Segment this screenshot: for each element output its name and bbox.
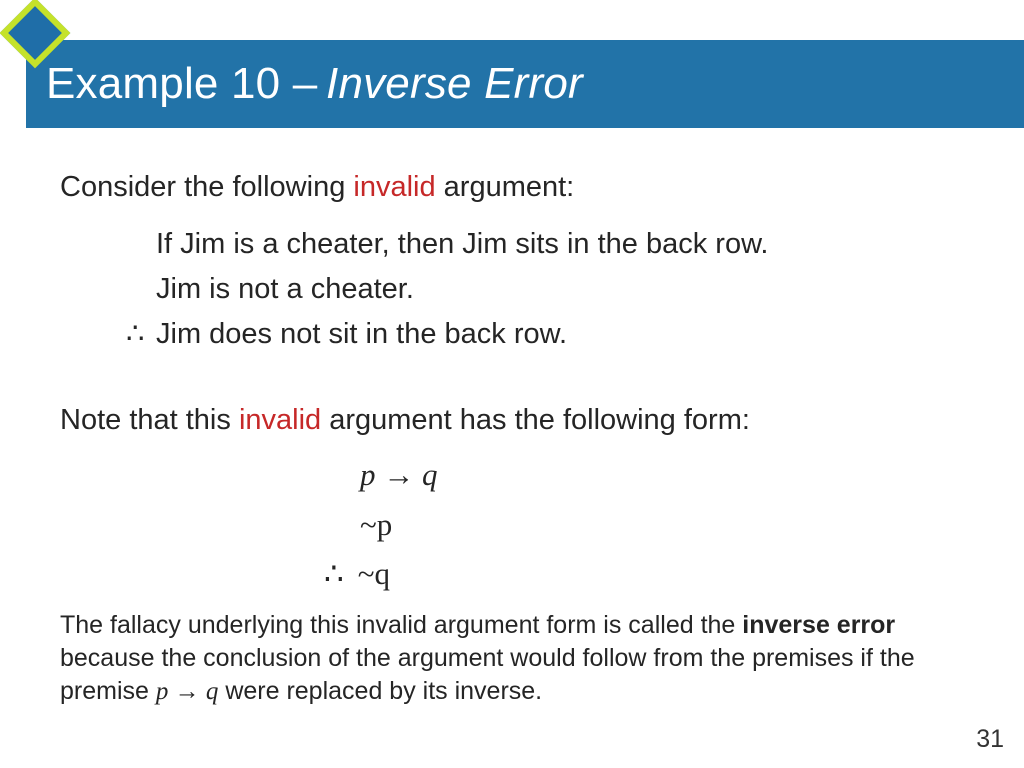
intro-pre: Consider the following (60, 171, 353, 203)
logical-form: p → q ~p ∴ ~q (60, 454, 984, 596)
premise-1: If Jim is a cheater, then Jim sits in th… (156, 225, 984, 264)
expl-bold: inverse error (742, 611, 895, 639)
premise-2: Jim is not a cheater. (156, 270, 984, 309)
therefore-symbol: ∴ (324, 553, 344, 595)
intro-line: Consider the following invalid argument: (60, 168, 984, 207)
title-bar: Example 10 – Inverse Error (26, 40, 1024, 128)
intro-post: argument: (436, 171, 575, 203)
title-prefix: Example 10 – (46, 59, 317, 109)
slide: Example 10 – Inverse Error Consider the … (0, 0, 1024, 768)
expl-t1: The fallacy underlying this invalid argu… (60, 611, 742, 639)
argument-block: If Jim is a cheater, then Jim sits in th… (156, 225, 984, 354)
conclusion: Jim does not sit in the back row. (156, 315, 984, 354)
note-line: Note that this invalid argument has the … (60, 401, 984, 440)
expl-ital: p → q (156, 678, 219, 705)
form-l2: ~p (360, 504, 392, 546)
slide-content: Consider the following invalid argument:… (60, 160, 984, 708)
note-invalid: invalid (239, 404, 321, 436)
expl-t3: were replaced by its inverse. (218, 677, 542, 705)
form-l1: p → q (360, 454, 438, 496)
note-pre: Note that this (60, 404, 239, 436)
explanation: The fallacy underlying this invalid argu… (60, 609, 970, 708)
form-l3: ~q (358, 553, 390, 595)
title-emphasis: Inverse Error (326, 59, 583, 109)
form-line-3: ∴ ~q (60, 553, 984, 595)
note-post: argument has the following form: (321, 404, 750, 436)
form-line-2: ~p (60, 504, 984, 546)
form-line-1: p → q (60, 454, 984, 496)
intro-invalid: invalid (353, 171, 435, 203)
page-number: 31 (976, 725, 1004, 754)
